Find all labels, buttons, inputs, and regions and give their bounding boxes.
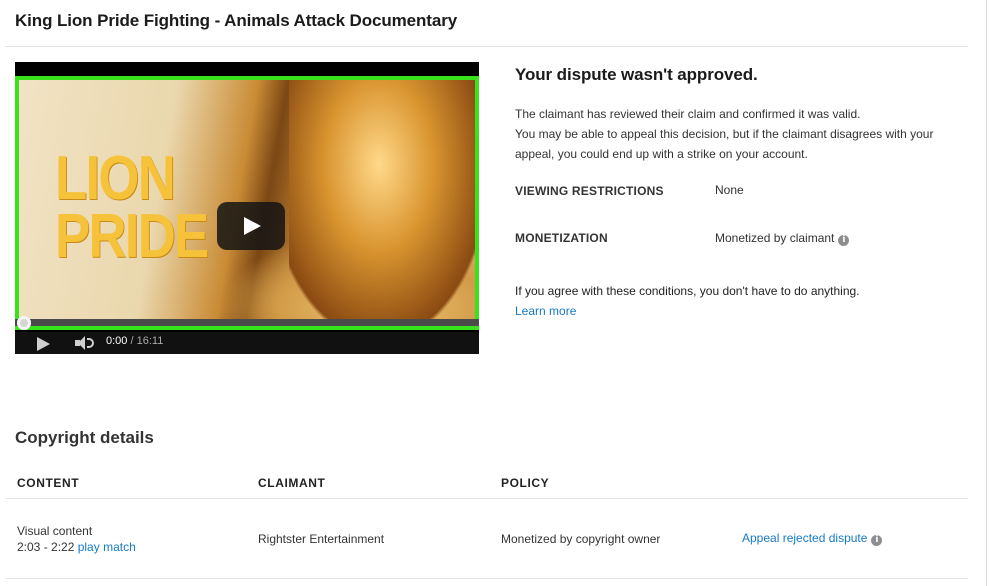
monetization-value-wrap: Monetized by claimant i <box>715 231 850 246</box>
page-title: King Lion Pride Fighting - Animals Attac… <box>15 11 458 30</box>
thumbnail-text-line1: LION <box>55 144 176 213</box>
thumbnail-text: LION PRIDE <box>55 144 209 271</box>
monetization-value: Monetized by claimant <box>715 231 835 245</box>
video-progress-knob[interactable] <box>17 316 31 330</box>
column-header-content: CONTENT <box>17 476 80 490</box>
play-icon[interactable] <box>37 337 51 351</box>
column-header-policy: POLICY <box>501 476 550 490</box>
current-time: 0:00 <box>106 335 128 347</box>
thumbnail-lion-mane <box>289 80 475 326</box>
viewing-restrictions-value: None <box>715 183 744 197</box>
content-time-wrap: 2:03 - 2:22 play match <box>17 539 136 555</box>
video-player[interactable]: LION PRIDE 0:00 / 16:11 <box>15 62 479 354</box>
video-controls: 0:00 / 16:11 <box>15 332 479 354</box>
dispute-status-title: Your dispute wasn't approved. <box>515 65 758 84</box>
large-play-button[interactable] <box>217 202 285 250</box>
page-right-border <box>986 0 987 586</box>
thumbnail-text-line2: PRIDE <box>55 202 209 271</box>
learn-more-link[interactable]: Learn more <box>515 304 576 318</box>
dispute-explanation: The claimant has reviewed their claim an… <box>515 104 970 164</box>
content-cell: Visual content 2:03 - 2:22 play match <box>17 523 136 555</box>
action-cell: Appeal rejected dispute i <box>742 530 883 546</box>
info-icon[interactable]: i <box>871 535 883 546</box>
column-header-claimant: CLAIMANT <box>258 476 326 490</box>
policy-cell: Monetized by copyright owner <box>501 532 661 546</box>
volume-icon[interactable] <box>75 336 95 350</box>
claimant-cell: Rightster Entertainment <box>258 532 385 546</box>
table-header-divider <box>5 498 968 499</box>
info-icon[interactable]: i <box>838 235 850 246</box>
appeal-rejected-dispute-link[interactable]: Appeal rejected dispute <box>742 531 867 545</box>
table-row-divider <box>5 578 968 579</box>
monetization-label: MONETIZATION <box>515 231 608 245</box>
play-match-link[interactable]: play match <box>78 540 136 554</box>
dispute-explanation-line1: The claimant has reviewed their claim an… <box>515 107 861 121</box>
video-time: 0:00 / 16:11 <box>106 335 163 347</box>
viewing-restrictions-label: VIEWING RESTRICTIONS <box>515 184 664 198</box>
content-time-range: 2:03 - 2:22 <box>17 540 75 554</box>
copyright-details-title: Copyright details <box>15 428 154 447</box>
video-thumbnail[interactable]: LION PRIDE <box>15 76 479 330</box>
video-progress-bar[interactable] <box>15 319 479 326</box>
title-divider <box>5 46 968 47</box>
agree-conditions-text: If you agree with these conditions, you … <box>515 284 860 298</box>
dispute-explanation-line2: You may be able to appeal this decision,… <box>515 127 934 161</box>
video-duration: / 16:11 <box>130 335 164 347</box>
content-type: Visual content <box>17 524 93 538</box>
